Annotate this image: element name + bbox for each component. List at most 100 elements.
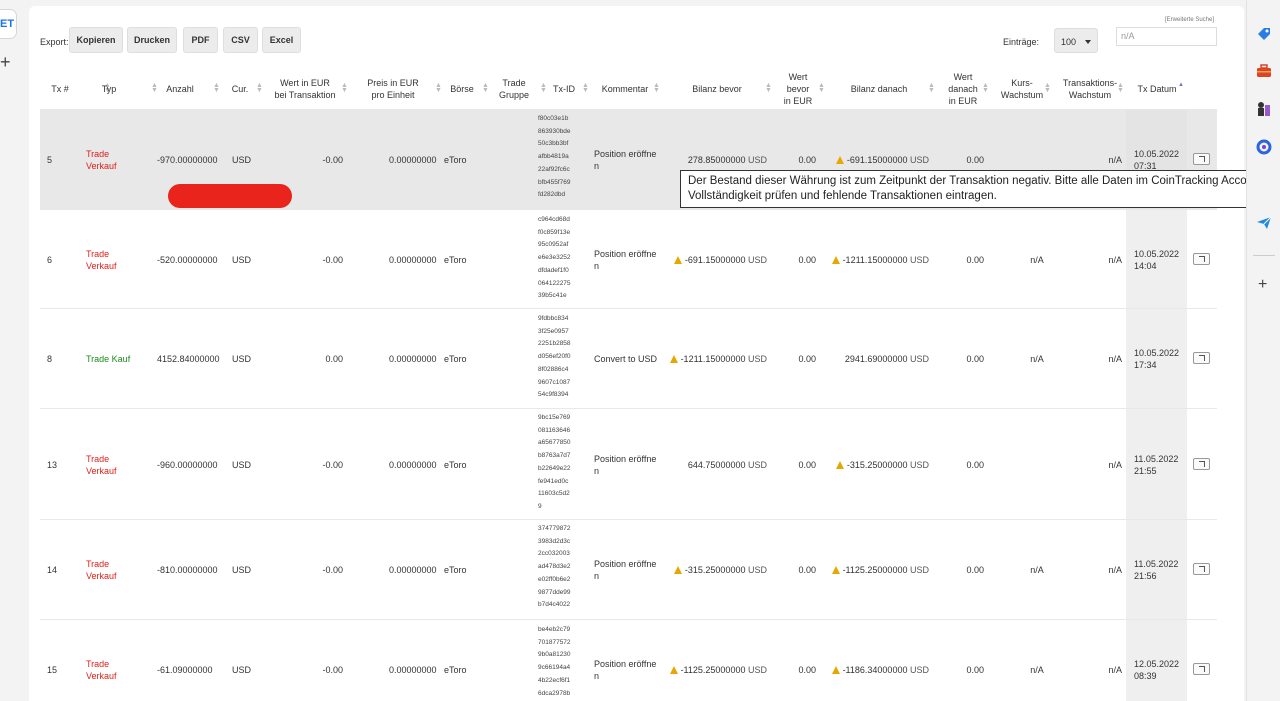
sort-icon: ▲ ▼ — [982, 82, 989, 94]
value-after-eur: 0.00 — [966, 565, 984, 575]
balance-after: -1211.15000000 USD — [825, 254, 929, 266]
warning-icon[interactable] — [835, 461, 844, 469]
tx-date: 12.05.2022 08:39 — [1134, 659, 1180, 681]
print-button[interactable]: Drucken — [127, 27, 177, 53]
value-eur: -0.00 — [322, 665, 343, 675]
new-tab-icon[interactable]: + — [0, 53, 11, 71]
exchange: eToro — [444, 354, 467, 364]
advanced-search-link[interactable]: [Erweiterte Suche] — [1165, 17, 1214, 23]
value-eur: -0.00 — [322, 565, 343, 575]
col-kurs-wachstum[interactable]: Kurs- Wachstum — [995, 68, 1049, 110]
browser-tab[interactable]: ET — [0, 9, 17, 39]
send-icon[interactable] — [1256, 215, 1272, 231]
add-icon[interactable]: + — [1258, 277, 1267, 293]
currency: USD — [232, 565, 252, 575]
browser-sidebar: + — [1246, 0, 1280, 701]
warning-icon[interactable] — [669, 355, 678, 363]
col-bilanz-danach[interactable]: Bilanz danach — [839, 68, 919, 110]
table-toolbar: Export: Kopieren Drucken PDF CSV Excel E… — [29, 6, 1244, 66]
table-row[interactable]: 6 Trade Verkauf -520.00000000 USD -0.00 0.0000… — [40, 209, 1217, 308]
table-row[interactable]: 8 Trade Kauf 4152.84000000 USD 0.00 0.0000000… — [40, 308, 1217, 408]
exchange: eToro — [444, 460, 467, 470]
col-cur[interactable]: Cur. — [225, 68, 255, 110]
warning-icon[interactable] — [669, 666, 678, 674]
sidebar-divider — [1253, 255, 1275, 256]
col-wert-bevor[interactable]: Wert bevor in EUR — [778, 68, 818, 110]
tooltip-line-2: Vollständigkeit prüfen und fehlende Tran… — [688, 190, 997, 202]
col-wert-eur[interactable]: Wert in EUR bei Transaktion — [265, 68, 345, 110]
toolbox-icon[interactable] — [1256, 63, 1272, 79]
pdf-button[interactable]: PDF — [183, 27, 218, 53]
tooltip-line-1: Der Bestand dieser Währung ist zum Zeitp… — [688, 175, 1280, 187]
warning-icon[interactable] — [831, 666, 840, 674]
currency: USD — [232, 255, 252, 265]
tx-type: Trade Verkauf — [86, 249, 117, 271]
excel-button[interactable]: Excel — [262, 27, 301, 53]
open-external-icon[interactable] — [1193, 352, 1210, 364]
col-anzahl[interactable]: Anzahl — [155, 68, 205, 110]
balance-before: -691.15000000 USD — [666, 254, 767, 266]
comment: Position eröffne n — [594, 249, 657, 271]
warning-icon[interactable] — [673, 566, 682, 574]
col-boerse[interactable]: Börse — [441, 68, 483, 110]
open-external-icon[interactable] — [1193, 153, 1210, 165]
chess-icon[interactable] — [1256, 101, 1272, 117]
col-typ[interactable]: Typ — [89, 68, 129, 110]
csv-button[interactable]: CSV — [223, 27, 258, 53]
balance-after: -315.25000000 USD — [825, 459, 929, 471]
amount: 4152.84000000 — [157, 354, 220, 364]
open-external-icon[interactable] — [1193, 663, 1210, 675]
tx-id: 9bc15e769 081163646 a65677850 b8763a7d7 b226… — [538, 414, 571, 510]
open-external-icon[interactable] — [1193, 253, 1210, 265]
col-trade-gruppe[interactable]: Trade Gruppe — [491, 68, 537, 110]
exchange: eToro — [444, 255, 467, 265]
sort-icon: ▲ ▼ — [928, 82, 935, 94]
value-before-eur: 0.00 — [798, 255, 816, 265]
tx-type: Trade Verkauf — [86, 659, 117, 681]
col-tx[interactable]: Tx # — [43, 68, 77, 110]
sort-icon: ▲ ▼ — [213, 82, 220, 94]
negative-balance-tooltip: Der Bestand dieser Währung ist zum Zeitp… — [680, 170, 1280, 208]
tx-type: Trade Kauf — [86, 354, 131, 364]
warning-icon[interactable] — [831, 256, 840, 264]
sync-icon[interactable] — [1256, 139, 1272, 155]
balance-before: -1125.25000000 USD — [666, 664, 767, 676]
open-external-icon[interactable] — [1193, 563, 1210, 575]
col-preis-eur[interactable]: Preis in EUR pro Einheit — [355, 68, 431, 110]
amount: -810.00000000 — [157, 565, 218, 575]
search-input[interactable]: n/A — [1116, 27, 1217, 46]
price-eur: 0.00000000 — [389, 665, 437, 675]
table-row[interactable]: 14 Trade Verkauf -810.00000000 USD -0.00 0.000… — [40, 519, 1217, 619]
tx-number: 8 — [47, 354, 53, 364]
value-after-eur: 0.00 — [966, 460, 984, 470]
table-header: Tx # ▲ ▼ Typ ▲ ▼ Anzahl ▲ ▼ Cur. ▲ ▼ Wert in… — [29, 68, 1244, 110]
value-after-eur: 0.00 — [966, 155, 984, 165]
sort-icon: ▲ ▼ — [256, 82, 263, 94]
open-external-icon[interactable] — [1193, 458, 1210, 470]
col-kommentar[interactable]: Kommentar — [591, 68, 659, 110]
amount: -520.00000000 — [157, 255, 218, 265]
tag-icon[interactable] — [1256, 26, 1272, 42]
col-wert-danach[interactable]: Wert danach in EUR — [942, 68, 984, 110]
warning-icon[interactable] — [835, 156, 844, 164]
warning-icon[interactable] — [831, 566, 840, 574]
value-before-eur: 0.00 — [798, 460, 816, 470]
warning-icon[interactable] — [673, 256, 682, 264]
currency: USD — [232, 354, 252, 364]
sort-icon: ▲ ▼ — [341, 82, 348, 94]
table-row[interactable]: 15 Trade Verkauf -61.09000000 USD -0.00 0.0000… — [40, 619, 1217, 701]
col-bilanz-bevor[interactable]: Bilanz bevor — [681, 68, 753, 110]
table-row[interactable]: 13 Trade Verkauf -960.00000000 USD -0.00 0.000… — [40, 408, 1217, 519]
col-tx-datum[interactable]: Tx Datum — [1129, 68, 1185, 110]
balance-before: -1211.15000000 USD — [666, 353, 767, 365]
copy-button[interactable]: Kopieren — [69, 27, 123, 53]
transactions-panel: Export: Kopieren Drucken PDF CSV Excel E… — [29, 6, 1244, 701]
balance-after: 2941.69000000 USD — [844, 354, 929, 364]
tx-id: be4eb2c79 701877572 9b0a81230 9c66194a4 4b22… — [538, 626, 571, 697]
entries-select[interactable]: 100 — [1054, 28, 1098, 53]
sort-icon: ▲ ▼ — [540, 82, 547, 94]
tx-number: 14 — [47, 565, 58, 575]
col-transaktions-wachstum[interactable]: Transaktions- Wachstum — [1059, 68, 1121, 110]
amount: -960.00000000 — [157, 460, 218, 470]
col-tx-id[interactable]: Tx-ID — [547, 68, 581, 110]
